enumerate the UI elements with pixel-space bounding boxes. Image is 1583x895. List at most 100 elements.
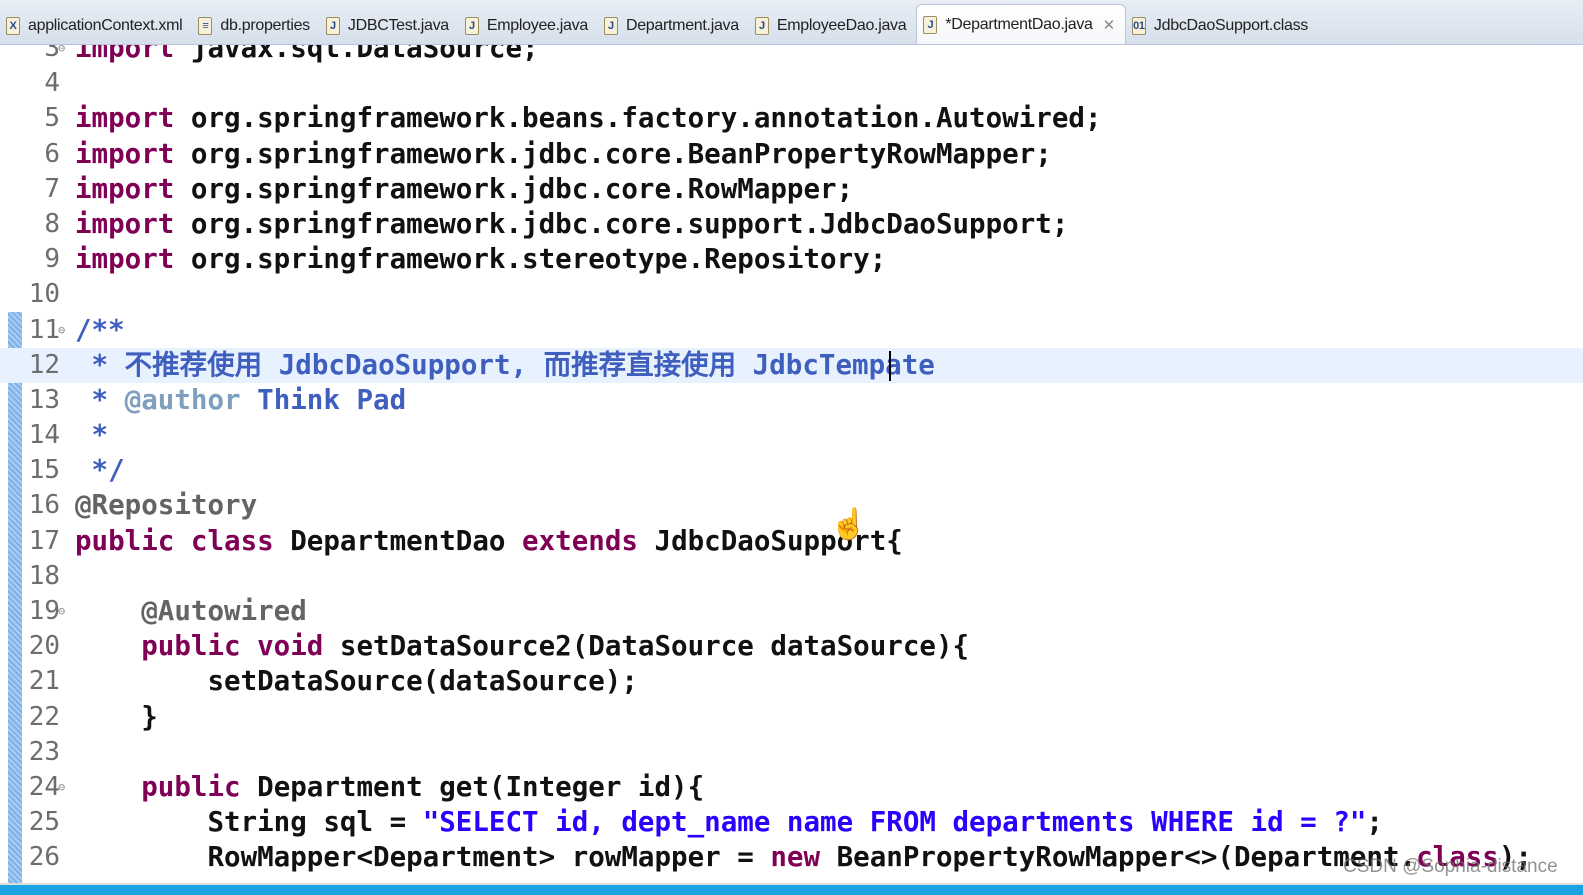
line-number: 21 [28, 666, 60, 697]
tab-jdbctest-java[interactable]: J JDBCTest.java [320, 8, 459, 44]
code-line[interactable]: 7 import org.springframework.jdbc.core.Ro… [0, 172, 1583, 207]
tab-jdbcdaosupport-class[interactable]: 01 JdbcDaoSupport.class [1126, 8, 1318, 44]
code-line[interactable]: 8 import org.springframework.jdbc.core.su… [0, 207, 1583, 242]
tab-department-java[interactable]: J Department.java [598, 8, 749, 44]
line-number: 22 [28, 701, 60, 732]
token-ann: @Autowired [75, 595, 307, 627]
java-file-icon: J [325, 17, 340, 35]
fold-toggle-icon[interactable]: ⊖ [58, 594, 65, 629]
line-number: 23 [28, 736, 60, 767]
line-number: 10 [28, 279, 60, 310]
java-file-icon: J [754, 17, 769, 35]
code-line[interactable]: 9 import org.springframework.stereotype.R… [0, 242, 1583, 277]
code-line[interactable]: 4 [0, 66, 1583, 101]
line-text: import org.springframework.jdbc.core.sup… [75, 207, 1068, 242]
line-number: 12 [28, 349, 60, 380]
fold-toggle-icon[interactable]: ⊖ [58, 313, 65, 348]
class-file-icon: 01 [1131, 17, 1146, 35]
token-kw: new [770, 841, 821, 874]
code-editor[interactable]: 3 ⊖ import javax.sql.DataSource; 4 5 import o… [0, 45, 1583, 883]
line-number: 14 [28, 420, 60, 451]
token-kw: import [75, 243, 175, 276]
code-line[interactable]: 13 * @author Think Pad [0, 383, 1583, 418]
tab-label: db.properties [220, 17, 310, 34]
tab-label: Employee.java [486, 17, 588, 34]
token-kw: import [75, 45, 175, 64]
line-text: } [75, 700, 158, 735]
line-number: 11 [28, 314, 60, 345]
code-line[interactable]: 19 ⊖ @Autowired [0, 594, 1583, 629]
token-pl: org.springframework.stereotype.Repositor… [174, 243, 887, 276]
code-line[interactable]: 6 import org.springframework.jdbc.core.Be… [0, 137, 1583, 172]
tab-label: JdbcDaoSupport.class [1153, 17, 1309, 34]
watermark: CSDN @Sophia-distance [1343, 856, 1558, 877]
text-caret [889, 351, 891, 381]
code-line[interactable]: 11 ⊖ /** [0, 313, 1583, 348]
code-line[interactable]: 21 setDataSource(dataSource); [0, 664, 1583, 699]
token-kw: import [75, 137, 175, 170]
line-text: import org.springframework.beans.factory… [75, 101, 1102, 136]
fold-toggle-icon[interactable]: ⊖ [58, 770, 65, 805]
tab-db-properties[interactable]: ≡ db.properties [192, 8, 320, 44]
token-doc: * 不推荐使用 JdbcDaoSupport, 而推荐直接使用 JdbcTemp… [75, 348, 952, 381]
token-pl: org.springframework.jdbc.core.support.Jd… [174, 207, 1069, 240]
line-number: 3 [44, 45, 60, 63]
line-text: import javax.sql.DataSource; [75, 45, 539, 66]
tab-departmentdao-java[interactable]: J *DepartmentDao.java ✕ [916, 4, 1126, 44]
code-lines[interactable]: 3 ⊖ import javax.sql.DataSource; 4 5 import o… [0, 45, 1583, 876]
line-text: */ [75, 453, 125, 488]
code-line[interactable]: 17 public class DepartmentDao extends Jdb… [0, 524, 1583, 559]
line-text: public void setDataSource2(DataSource da… [75, 629, 969, 664]
properties-file-icon: ≡ [198, 17, 213, 35]
code-line[interactable]: 25 String sql = "SELECT id, dept_name na… [0, 805, 1583, 840]
code-line[interactable]: 18 [0, 559, 1583, 594]
code-line[interactable]: 16 @Repository [0, 488, 1583, 523]
token-pl: BeanPropertyRowMapper<>(Department. [820, 841, 1417, 874]
token-doc: * [75, 419, 109, 452]
line-text: import org.springframework.jdbc.core.Row… [75, 172, 853, 207]
hand-cursor-icon: ☝ [830, 508, 868, 541]
token-kw: extends [522, 524, 638, 557]
line-number: 13 [28, 384, 60, 415]
fold-toggle-icon[interactable]: ⊖ [58, 45, 65, 66]
status-strip [0, 883, 1583, 895]
tab-label: applicationContext.xml [28, 17, 183, 34]
java-file-icon: J [464, 17, 479, 35]
line-text: * @author Think Pad [75, 383, 407, 418]
line-text: setDataSource(dataSource); [75, 664, 637, 699]
token-kw: import [75, 207, 175, 240]
code-line[interactable]: 14 * [0, 418, 1583, 453]
line-number: 6 [44, 138, 60, 169]
code-line[interactable]: 23 [0, 735, 1583, 770]
tab-employeedao-java[interactable]: J EmployeeDao.java [749, 8, 917, 44]
tab-employee-java[interactable]: J Employee.java [459, 8, 598, 44]
token-doc: /** [75, 313, 125, 346]
code-line[interactable]: 24 ⊖ public Department get(Integer id){ [0, 770, 1583, 805]
code-line[interactable]: 12 * 不推荐使用 JdbcDaoSupport, 而推荐直接使用 JdbcT… [0, 347, 1583, 383]
tab-label: JDBCTest.java [347, 17, 449, 34]
code-line[interactable]: 20 public void setDataSource2(DataSource… [0, 629, 1583, 664]
code-line[interactable]: 10 [0, 277, 1583, 312]
tab-applicationcontext-xml[interactable]: XapplicationContext.xml [0, 8, 192, 44]
line-number: 24 [28, 771, 60, 802]
editor-tab-bar: XapplicationContext.xml ≡ db.properties J JD… [0, 0, 1583, 45]
token-pl: String sql = [75, 806, 423, 839]
line-text: public Department get(Integer id){ [75, 770, 704, 805]
tab-label: Department.java [625, 17, 739, 34]
code-line[interactable]: 3 ⊖ import javax.sql.DataSource; [0, 45, 1583, 66]
token-pl: } [75, 700, 158, 733]
code-line[interactable]: 15 */ [0, 453, 1583, 488]
token-pl: org.springframework.beans.factory.annota… [174, 102, 1102, 135]
token-pl: ; [1366, 806, 1383, 839]
token-doc: Think Pad [240, 383, 407, 416]
line-number: 19 [28, 596, 60, 626]
line-number: 25 [28, 807, 60, 838]
token-kw: public void [141, 630, 324, 663]
code-line[interactable]: 5 import org.springframework.beans.factor… [0, 101, 1583, 136]
code-line[interactable]: 22 } [0, 700, 1583, 735]
token-tag: @author [124, 383, 241, 416]
line-text: import org.springframework.jdbc.core.Bea… [75, 137, 1052, 172]
close-tab-icon[interactable]: ✕ [1103, 16, 1116, 34]
